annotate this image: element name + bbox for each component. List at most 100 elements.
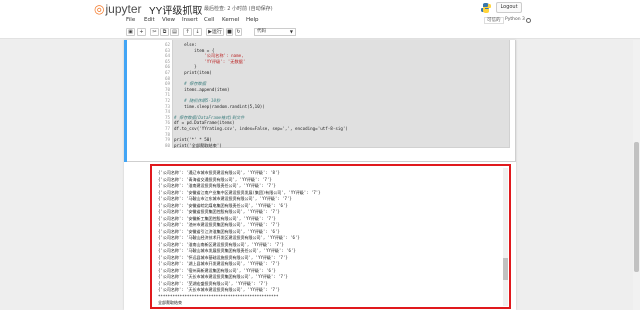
code-line[interactable]: 66 } bbox=[160, 64, 197, 69]
cell-type-select[interactable]: 代码 ▼ bbox=[254, 28, 296, 36]
plus-icon[interactable]: + bbox=[137, 28, 146, 36]
code-text: # 保存数据(DataFrame格式)到文件 bbox=[174, 114, 245, 120]
line-number: 73 bbox=[164, 103, 170, 109]
line-number: 66 bbox=[164, 64, 170, 70]
output-line: {'公司名称': '通辽市城市投资建设有限公司', 'YY评级': '8'} bbox=[158, 170, 280, 175]
code-line[interactable]: 71 bbox=[160, 92, 174, 97]
output-line: {'公司名称': '池州市建设投资集团有限公司', 'YY评级': '7'} bbox=[158, 222, 280, 227]
stop-icon[interactable]: ■ bbox=[226, 28, 233, 36]
code-text: # 保存数据 bbox=[174, 81, 206, 87]
code-line[interactable]: 70 items.append(item) bbox=[160, 86, 230, 92]
output-line: {'公司名称': '安徽新工集团控股有限公司', 'YY评级': '7'} bbox=[158, 215, 276, 221]
code-text: 'YY评级': '无数据' bbox=[174, 58, 246, 64]
paste-icon[interactable]: ▤ bbox=[170, 28, 179, 36]
code-line[interactable]: 68 bbox=[160, 76, 174, 81]
code-line[interactable]: 80 print('全部爬取结束') bbox=[160, 143, 222, 148]
line-number: 76 bbox=[164, 120, 170, 126]
code-line[interactable]: 79 print('*' * 50) bbox=[160, 137, 212, 142]
output-line: {'公司名称': '安徽省引江济淮集团有限公司', 'YY评级': '6'} bbox=[158, 228, 280, 234]
menu-kernel[interactable]: Kernel bbox=[222, 17, 239, 23]
code-text: else: bbox=[174, 42, 197, 47]
output-line: {'公司名称': '湖上县城市开发建设有限公司', 'YY评级': '7'} bbox=[158, 261, 280, 266]
output-line: {'公司名称': '马鞍山市江东城市建设投资有限公司', 'YY评级': '7'… bbox=[158, 196, 292, 201]
code-line[interactable]: 63 item = { bbox=[160, 48, 214, 53]
copy-icon[interactable]: ⧉ bbox=[160, 28, 169, 36]
menu-help[interactable]: Help bbox=[246, 17, 259, 23]
output-line: {'公司名称': '安徽省江南产业集中区建设投资发展(集团)有限公司', 'YY… bbox=[158, 189, 321, 195]
notebook-title[interactable]: YY评级抓取 bbox=[149, 2, 202, 17]
code-line[interactable]: 72 # 随机休眠5-10秒 bbox=[160, 98, 220, 103]
output-line: {'公司名称': '怀远县城市基础设施投资有限公司', 'YY评级': '7'} bbox=[158, 254, 288, 260]
code-line[interactable]: 77 df.to_csv('YYrating.csv', index=False,… bbox=[160, 126, 348, 131]
output-line: {'公司名称': '安徽省投资集团控股有限公司', 'YY评级': '7'} bbox=[158, 209, 280, 214]
code-text: time.sleep(random.randint(5,10)) bbox=[174, 103, 265, 109]
kernel-status-icon bbox=[526, 18, 531, 23]
code-line[interactable]: 65 'YY评级': '无数据' bbox=[160, 59, 245, 64]
output-scroll-thumb[interactable] bbox=[503, 258, 508, 280]
code-line[interactable]: 64 '公司名称': name, bbox=[160, 53, 244, 58]
line-number: 75 bbox=[164, 114, 170, 120]
output-line: {'公司名称': '宿州高新建设集团有限公司', 'YY评级': '6'} bbox=[158, 267, 276, 273]
menu-file[interactable]: File bbox=[126, 17, 135, 23]
code-text: df = pd.DataFrame(items) bbox=[174, 120, 235, 126]
line-number: 77 bbox=[164, 126, 170, 131]
code-text: print('*' * 50) bbox=[174, 137, 212, 143]
code-text: df.to_csv('YYrating.csv', index=False, s… bbox=[174, 126, 348, 131]
jupyter-logo-icon: ◎ bbox=[94, 2, 105, 16]
run-button[interactable]: ▶运行 bbox=[206, 28, 224, 36]
code-text: items.append(item) bbox=[174, 86, 230, 92]
line-number: 70 bbox=[164, 86, 170, 92]
line-number: 80 bbox=[164, 142, 170, 148]
code-line[interactable]: 73 time.sleep(random.randint(5,10)) bbox=[160, 104, 265, 109]
save-icon[interactable]: ▣ bbox=[126, 28, 135, 36]
page-scroll-thumb[interactable] bbox=[634, 142, 639, 272]
line-number: 64 bbox=[164, 53, 170, 59]
code-text: print('全部爬取结束') bbox=[174, 142, 222, 148]
notebook-header: ◎jupyter YY评级抓取 最后检查: 2 小时前 (自动保存) Logou… bbox=[0, 0, 640, 17]
line-number: 79 bbox=[164, 137, 170, 143]
line-number: 74 bbox=[164, 109, 170, 115]
code-text: print(item) bbox=[174, 70, 212, 75]
code-text: } bbox=[174, 64, 197, 70]
restart-icon[interactable]: ↻ bbox=[235, 28, 242, 36]
code-text: item = { bbox=[174, 47, 215, 53]
menu-view[interactable]: View bbox=[162, 17, 175, 23]
logout-button[interactable]: Logout bbox=[496, 2, 522, 13]
code-line[interactable]: 67 print(item) bbox=[160, 70, 212, 75]
menu-edit[interactable]: Edit bbox=[144, 17, 155, 23]
checkpoint-status: 最后检查: 2 小时前 (自动保存) bbox=[204, 6, 273, 12]
code-text: # 随机休眠5-10秒 bbox=[174, 98, 221, 103]
line-number: 71 bbox=[164, 92, 170, 98]
menu-bar: File Edit View Insert Cell Kernel Help 可… bbox=[0, 16, 640, 26]
trusted-badge[interactable]: 可信的 bbox=[484, 17, 504, 24]
output-line: {'公司名称': '青海省交通投资有限公司', 'YY评级': '7'} bbox=[158, 176, 272, 182]
kernel-name: Python 3 bbox=[505, 17, 525, 22]
code-line[interactable]: 75 # 保存数据(DataFrame格式)到文件 bbox=[160, 114, 245, 120]
line-number: 68 bbox=[164, 75, 170, 81]
output-line: {'公司名称': '淮南建设投资有限责任公司', 'YY评级': '7'} bbox=[158, 183, 276, 188]
code-line[interactable]: 69 # 保存数据 bbox=[160, 81, 206, 86]
line-number: 65 bbox=[164, 58, 170, 64]
cell-selection-indicator bbox=[124, 40, 127, 162]
output-line: 全部爬取结束 bbox=[158, 300, 182, 305]
code-text: '公司名称': name, bbox=[174, 53, 244, 59]
line-number: 62 bbox=[164, 42, 170, 47]
menu-cell[interactable]: Cell bbox=[204, 17, 214, 23]
cut-icon[interactable]: ✂ bbox=[150, 28, 159, 36]
line-number: 63 bbox=[164, 47, 170, 53]
code-line[interactable]: 78 bbox=[160, 132, 174, 137]
jupyter-logo[interactable]: ◎jupyter bbox=[94, 2, 142, 16]
output-line: {'公司名称': '马鞍山城市发展投资集团有限责任公司', 'YY评级': '6… bbox=[158, 248, 296, 253]
line-number: 69 bbox=[164, 81, 170, 87]
line-number: 78 bbox=[164, 131, 170, 137]
code-line[interactable]: 74 bbox=[160, 109, 174, 114]
code-line[interactable]: 76 df = pd.DataFrame(items) bbox=[160, 120, 235, 125]
arrow-up-icon[interactable]: ↑ bbox=[183, 28, 192, 36]
output-line: {'公司名称': '马鞍山经济技术开发区建设投资有限公司', 'YY评级': '… bbox=[158, 235, 300, 240]
code-line[interactable]: 62 else: bbox=[160, 42, 197, 47]
arrow-down-icon[interactable]: ↓ bbox=[193, 28, 202, 36]
output-line: {'公司名称': '淮南山南新区建设投资有限公司', 'YY评级': '7'} bbox=[158, 241, 284, 247]
output-scrollbar[interactable] bbox=[503, 168, 508, 306]
output-line: ****************************************… bbox=[158, 293, 279, 299]
menu-insert[interactable]: Insert bbox=[182, 17, 198, 23]
